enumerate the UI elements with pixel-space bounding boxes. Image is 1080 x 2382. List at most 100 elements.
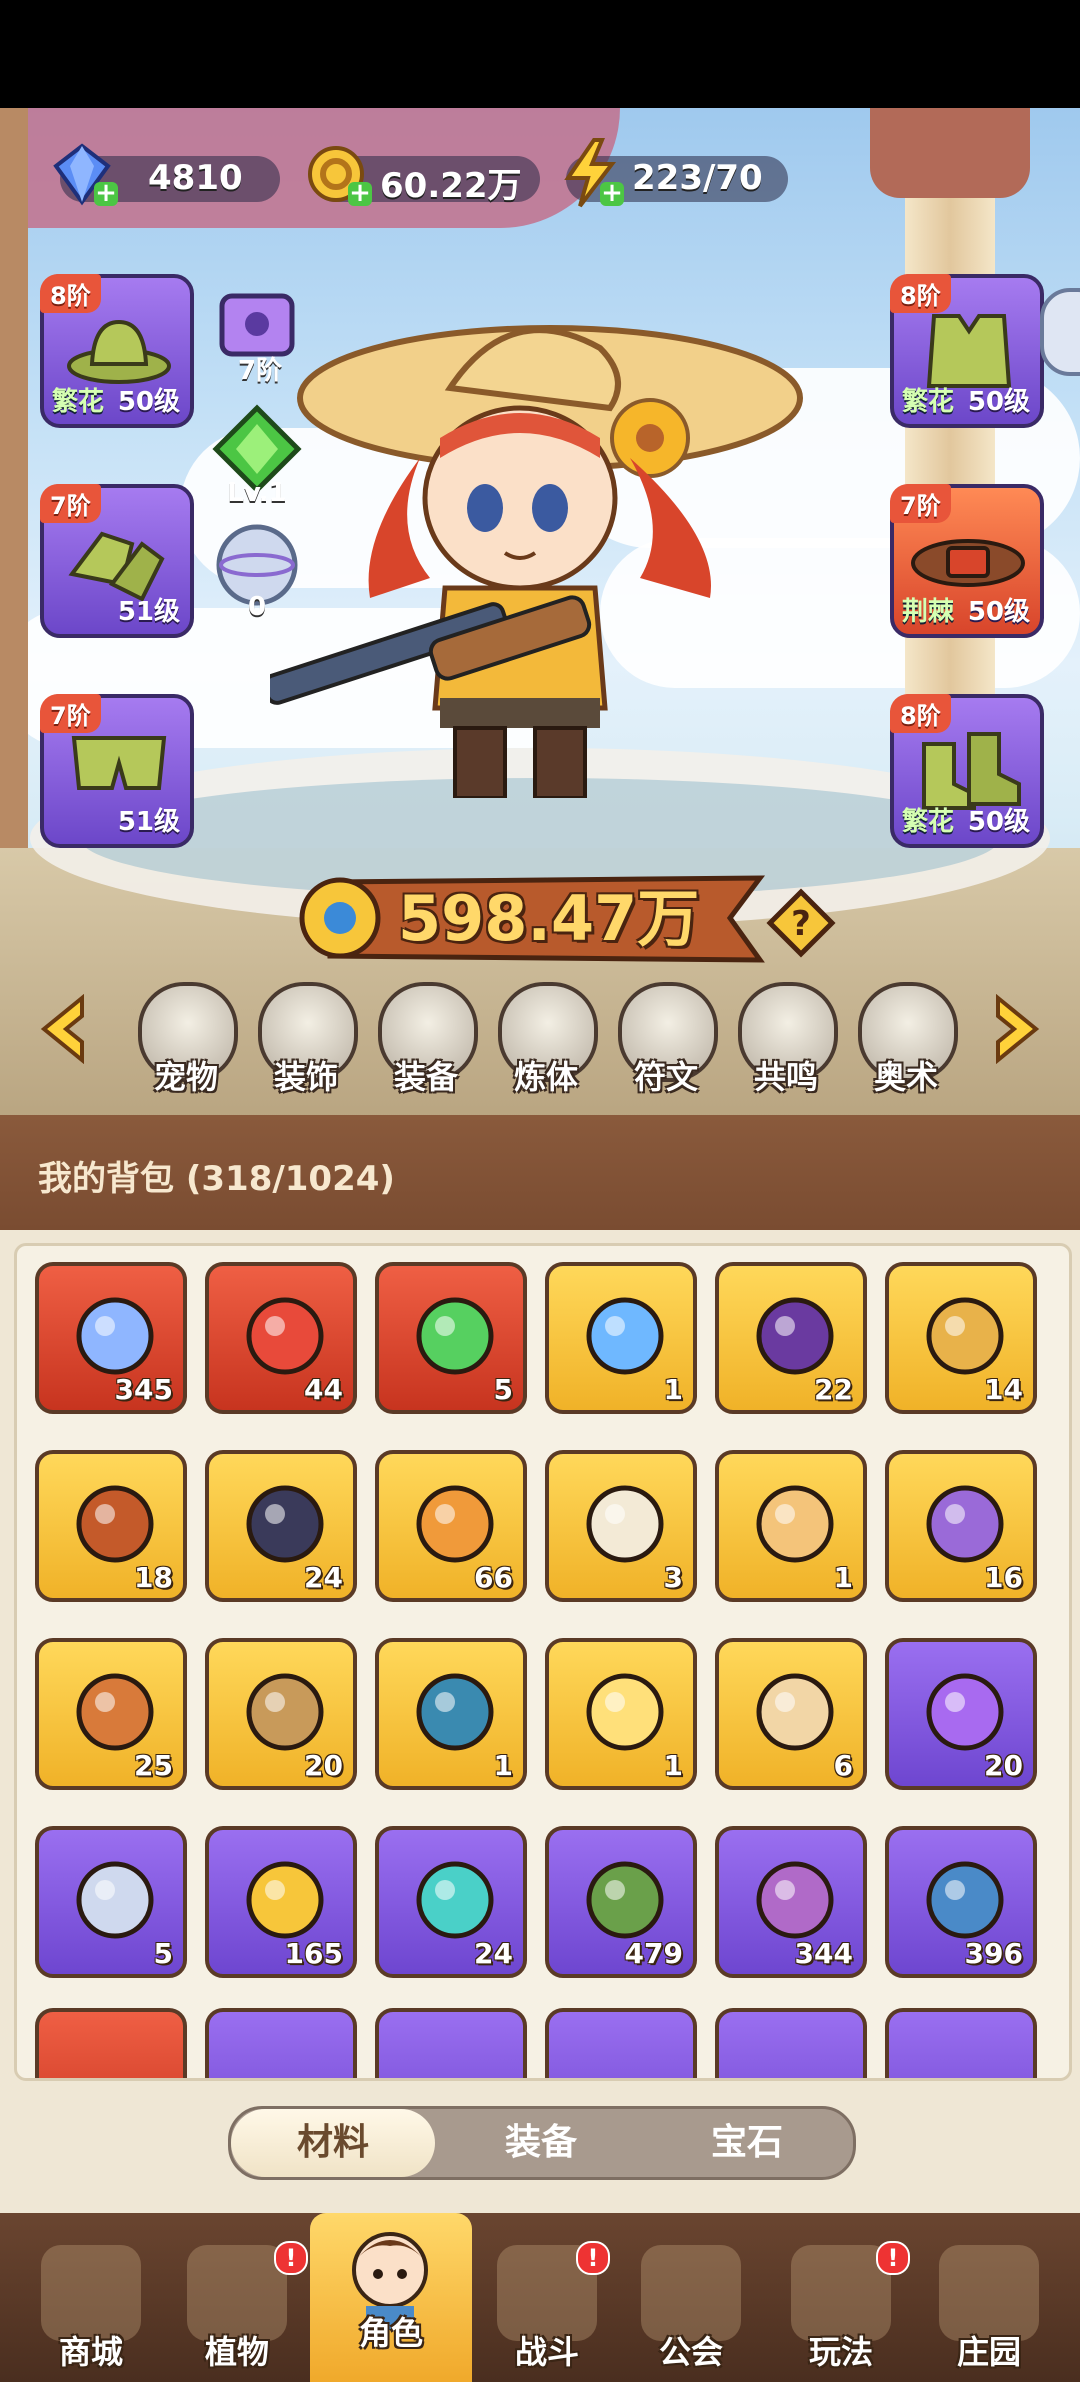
inventory-item[interactable]: 66 (375, 1450, 527, 1602)
item-count: 5 (493, 1373, 513, 1406)
inventory-item[interactable]: 3 (545, 1450, 697, 1602)
flower-orb-icon (586, 1673, 664, 1751)
tab-equipment[interactable]: 装备 (439, 2109, 643, 2177)
alert-badge: ! (274, 2241, 308, 2275)
inventory-item[interactable]: 6 (715, 1638, 867, 1790)
equip-tier: 7阶 (40, 694, 101, 733)
menu-pet-label[interactable]: 宠物 (126, 1052, 246, 1098)
purple-potion-icon (926, 1673, 1004, 1751)
inventory-item[interactable]: 479 (545, 1826, 697, 1978)
item-count: 24 (474, 1937, 513, 1970)
nav-battle[interactable]: 战斗 ! (478, 2241, 616, 2379)
item-slot-partial[interactable] (545, 2008, 697, 2078)
tab-gems[interactable]: 宝石 (645, 2109, 849, 2177)
status-bar (0, 0, 1080, 110)
equip-slot-gloves[interactable]: 7阶 51级 (40, 484, 194, 638)
inventory-item[interactable]: 20 (205, 1638, 357, 1790)
inventory-item[interactable]: 44 (205, 1262, 357, 1414)
equip-level: 50级 (967, 597, 1030, 627)
item-count: 18 (134, 1561, 173, 1594)
orb-count: 0 (247, 592, 267, 622)
nav-gameplay-label: 玩法 (808, 2333, 873, 2371)
energy-value: 223/70 (632, 158, 763, 198)
inventory-item[interactable]: 345 (35, 1262, 187, 1414)
energy-counter[interactable]: + 223/70 (564, 138, 788, 208)
menu-arcane-label[interactable]: 奥术 (846, 1052, 966, 1098)
menu-next-arrow-icon[interactable] (988, 994, 1044, 1064)
item-count: 344 (794, 1937, 853, 1970)
side-panel-tab[interactable] (1040, 288, 1080, 376)
menu-prev-arrow-icon[interactable] (36, 994, 92, 1064)
inventory-item[interactable]: 25 (35, 1638, 187, 1790)
nav-gameplay[interactable]: 玩法 ! (772, 2241, 910, 2379)
spellbook-icon (926, 1485, 1004, 1563)
item-count: 20 (984, 1749, 1023, 1782)
equip-slot-pants[interactable]: 7阶 51级 (40, 694, 194, 848)
nav-manor[interactable]: 庄园 (920, 2241, 1058, 2379)
inventory-item[interactable]: 1 (545, 1638, 697, 1790)
inventory-item[interactable]: 344 (715, 1826, 867, 1978)
menu-decor-label[interactable]: 装饰 (246, 1052, 366, 1098)
nav-character-label: 角色 (358, 2314, 423, 2352)
inventory-item[interactable]: 24 (205, 1450, 357, 1602)
equip-slot-belt[interactable]: 7阶 荆棘 50级 (890, 484, 1044, 638)
inventory-item[interactable]: 16 (885, 1450, 1037, 1602)
item-count: 5 (153, 1937, 173, 1970)
equip-level: 51级 (117, 597, 180, 627)
item-slot-partial[interactable] (885, 2008, 1037, 2078)
item-slot-partial[interactable] (35, 2008, 187, 2078)
green-vial-icon (416, 1297, 494, 1375)
orange-potion-icon (416, 1485, 494, 1563)
equip-tier: 8阶 (890, 694, 951, 733)
inventory-item[interactable]: 1 (375, 1638, 527, 1790)
inventory-item[interactable]: 22 (715, 1262, 867, 1414)
inventory-item[interactable]: 396 (885, 1826, 1037, 1978)
gem-counter[interactable]: + 4810 (53, 143, 280, 206)
item-count: 1 (663, 1749, 683, 1782)
inventory-item[interactable]: 18 (35, 1450, 187, 1602)
inventory-item[interactable]: 20 (885, 1638, 1037, 1790)
backpack-grid[interactable]: 345 44 5 1 22 14 18 24 66 3 1 16 25 20 1 1 6 20 5 165 24 479 3… (14, 1243, 1072, 2081)
equip-slot-boots[interactable]: 8阶 繁花 50级 (890, 694, 1044, 848)
nav-battle-label: 战斗 (514, 2333, 579, 2371)
item-slot-partial[interactable] (205, 2008, 357, 2078)
equip-slot-hat[interactable]: 8阶 繁花 50级 (40, 274, 194, 428)
inventory-item[interactable]: 5 (35, 1826, 187, 1978)
inventory-item[interactable]: 5 (375, 1262, 527, 1414)
gold-value: 60.22万 (380, 166, 522, 206)
item-slot-partial[interactable] (375, 2008, 527, 2078)
nav-guild[interactable]: 公会 (622, 2241, 760, 2379)
equip-tier: 8阶 (890, 274, 951, 313)
backpack-panel: 我的背包 (318/1024) 345 44 5 1 22 14 18 24 66 3 1 16 25 2… (0, 1115, 1080, 2213)
inventory-item[interactable]: 24 (375, 1826, 527, 1978)
menu-equip-label[interactable]: 装备 (366, 1052, 486, 1098)
pyramid-icon (76, 1485, 154, 1563)
nav-character[interactable]: 角色 (322, 2222, 460, 2360)
gold-add-icon[interactable]: + (348, 180, 372, 206)
item-count: 3 (663, 1561, 683, 1594)
item-count: 24 (304, 1561, 343, 1594)
scroll-pink-icon (756, 1861, 834, 1939)
gem-add-icon[interactable]: + (94, 180, 118, 206)
backpack-header: 我的背包 (318/1024) (0, 1115, 1080, 1230)
item-slot-partial[interactable] (715, 2008, 867, 2078)
nav-shop[interactable]: 商城 (22, 2241, 160, 2379)
help-icon[interactable]: ? (766, 888, 836, 958)
gem-value: 4810 (148, 158, 243, 198)
inventory-item[interactable]: 165 (205, 1826, 357, 1978)
nav-plants[interactable]: 植物 ! (168, 2241, 308, 2379)
inventory-item[interactable]: 14 (885, 1262, 1037, 1414)
equip-slot-armor[interactable]: 8阶 繁花 50级 (890, 274, 1044, 428)
menu-resonance-label[interactable]: 共鸣 (726, 1052, 846, 1098)
tab-materials[interactable]: 材料 (231, 2109, 435, 2177)
inventory-item[interactable]: 1 (715, 1450, 867, 1602)
inventory-item[interactable]: 1 (545, 1262, 697, 1414)
equip-tier: 8阶 (40, 274, 101, 313)
backpack-tabs: 材料 装备 宝石 (228, 2106, 856, 2180)
menu-body-label[interactable]: 炼体 (486, 1052, 606, 1098)
item-count: 14 (984, 1373, 1023, 1406)
energy-add-icon[interactable]: + (600, 180, 624, 206)
gold-counter[interactable]: + 60.22万 (308, 146, 540, 206)
menu-rune-label[interactable]: 符文 (606, 1052, 726, 1098)
gem-level: Lv.1 (227, 478, 287, 508)
